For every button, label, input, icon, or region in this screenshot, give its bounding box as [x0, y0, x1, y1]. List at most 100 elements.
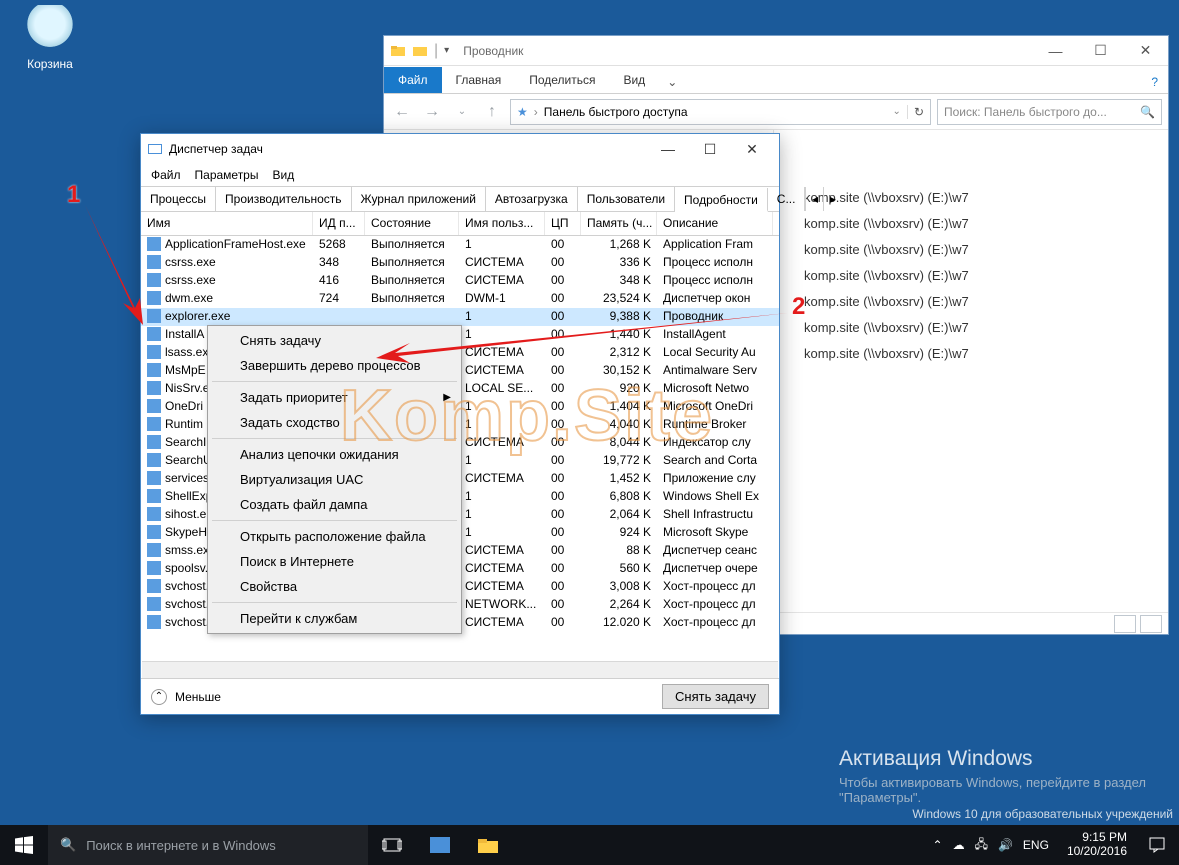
column-header[interactable]: ИД п... [313, 212, 365, 235]
process-icon [147, 615, 161, 629]
menu-options[interactable]: Параметры [195, 168, 259, 182]
clock-time: 9:15 PM [1067, 831, 1127, 845]
refresh-icon[interactable]: ↻ [907, 105, 924, 119]
onedrive-icon[interactable]: ☁ [953, 838, 965, 852]
close-button[interactable]: ✕ [1123, 37, 1168, 65]
tab-file[interactable]: Файл [384, 67, 442, 93]
process-icon [147, 561, 161, 575]
qat-divider: | [434, 42, 438, 60]
explorer-ribbon-tabs: Файл Главная Поделиться Вид ⌄ ? [384, 66, 1168, 94]
action-center-button[interactable] [1135, 825, 1179, 865]
taskbar-taskmgr-icon[interactable] [416, 825, 464, 865]
frequent-item[interactable]: komp.site (\\vboxsrv) (E:)\w7 [804, 346, 1158, 361]
folder-plus-icon[interactable] [412, 43, 428, 59]
nav-up-icon[interactable]: ↑ [480, 100, 504, 124]
horizontal-scrollbar[interactable] [142, 661, 778, 678]
process-row[interactable]: csrss.exe348ВыполняетсяСИСТЕМА00336 KПро… [141, 254, 779, 272]
column-header[interactable]: Описание [657, 212, 773, 235]
process-row[interactable]: ApplicationFrameHost.exe5268Выполняется1… [141, 236, 779, 254]
menu-separator [212, 602, 457, 603]
column-header[interactable]: Имя польз... [459, 212, 545, 235]
breadcrumb[interactable]: ★ › Панель быстрого доступа ⌄ ↻ [510, 99, 931, 125]
nav-history-icon[interactable]: ⌄ [450, 100, 474, 124]
context-menu-item[interactable]: Задать сходство [210, 410, 459, 435]
nav-back-icon[interactable]: ← [390, 100, 414, 124]
process-cell: 00 [545, 290, 581, 308]
taskmgr-tab[interactable]: Подробности [675, 188, 768, 212]
taskmgr-tab[interactable]: Журнал приложений [352, 187, 486, 211]
column-header[interactable]: Состояние [365, 212, 459, 235]
taskbar-clock[interactable]: 9:15 PM 10/20/2016 [1059, 831, 1135, 859]
ribbon-expand-icon[interactable]: ⌄ [659, 71, 685, 93]
network-icon[interactable]: 🖧 [975, 835, 988, 856]
tab-share[interactable]: Поделиться [515, 67, 609, 93]
context-menu-item[interactable]: Задать приоритет▶ [210, 385, 459, 410]
recycle-bin[interactable]: Корзина [15, 5, 85, 71]
taskbar-explorer-icon[interactable] [464, 825, 512, 865]
chevron-up-icon[interactable]: ⌃ [151, 689, 167, 705]
tray-chevron-up-icon[interactable]: ⌃ [933, 838, 943, 852]
activation-title: Активация Windows [839, 747, 1149, 771]
view-details-icon[interactable] [1114, 615, 1136, 633]
column-header[interactable]: Имя [141, 212, 313, 235]
taskmgr-tab[interactable]: С... [768, 187, 806, 211]
taskmgr-tab[interactable]: Производительность [216, 187, 351, 211]
process-cell: 336 K [581, 254, 657, 272]
context-menu-item[interactable]: Создать файл дампа [210, 492, 459, 517]
tab-scroll-left-icon[interactable]: ◂ [805, 187, 823, 211]
context-menu-item[interactable]: Завершить дерево процессов [210, 353, 459, 378]
process-row[interactable]: explorer.exe1009,388 KПроводник [141, 308, 779, 326]
frequent-item[interactable]: komp.site (\\vboxsrv) (E:)\w7 [804, 320, 1158, 335]
process-cell: Runtime Broker [657, 416, 773, 434]
fewer-details-button[interactable]: Меньше [175, 690, 221, 704]
explorer-search-input[interactable]: Поиск: Панель быстрого до... 🔍 [937, 99, 1162, 125]
taskmgr-titlebar[interactable]: Диспетчер задач — ☐ ✕ [141, 134, 779, 164]
frequent-item[interactable]: komp.site (\\vboxsrv) (E:)\w7 [804, 216, 1158, 231]
process-row[interactable]: dwm.exe724ВыполняетсяDWM-10023,524 KДисп… [141, 290, 779, 308]
column-header[interactable]: ЦП [545, 212, 581, 235]
tab-scroll-right-icon[interactable]: ▸ [823, 187, 841, 211]
language-indicator[interactable]: ENG [1023, 838, 1049, 852]
maximize-button[interactable]: ☐ [689, 136, 731, 162]
taskmgr-tab[interactable]: Процессы [141, 187, 216, 211]
context-menu-item[interactable]: Перейти к службам [210, 606, 459, 631]
end-task-button[interactable]: Снять задачу [662, 684, 769, 709]
taskmgr-tab[interactable]: Пользователи [578, 187, 675, 211]
process-cell: Процесс исполн [657, 272, 773, 290]
taskmgr-column-headers: ИмяИД п...СостояниеИмя польз...ЦППамять … [141, 212, 779, 236]
frequent-item[interactable]: komp.site (\\vboxsrv) (E:)\w7 [804, 268, 1158, 283]
close-button[interactable]: ✕ [731, 136, 773, 162]
tab-view[interactable]: Вид [609, 67, 659, 93]
view-large-icon[interactable] [1140, 615, 1162, 633]
context-menu-item[interactable]: Виртуализация UAC [210, 467, 459, 492]
context-menu-item[interactable]: Свойства [210, 574, 459, 599]
menu-file[interactable]: Файл [151, 168, 181, 182]
taskmgr-tab[interactable]: Автозагрузка [486, 187, 578, 211]
maximize-button[interactable]: ☐ [1078, 37, 1123, 65]
task-view-button[interactable] [368, 825, 416, 865]
frequent-item[interactable]: komp.site (\\vboxsrv) (E:)\w7 [804, 190, 1158, 205]
minimize-button[interactable]: — [1033, 37, 1078, 65]
volume-icon[interactable]: 🔊 [998, 838, 1013, 852]
frequent-item[interactable]: komp.site (\\vboxsrv) (E:)\w7 [804, 242, 1158, 257]
nav-forward-icon[interactable]: → [420, 100, 444, 124]
frequent-item[interactable]: komp.site (\\vboxsrv) (E:)\w7 [804, 294, 1158, 309]
context-menu-item[interactable]: Снять задачу [210, 328, 459, 353]
help-icon[interactable]: ? [1141, 71, 1168, 93]
explorer-titlebar[interactable]: | ▾ Проводник — ☐ ✕ [384, 36, 1168, 66]
process-row[interactable]: csrss.exe416ВыполняетсяСИСТЕМА00348 KПро… [141, 272, 779, 290]
context-menu-item[interactable]: Анализ цепочки ожидания [210, 442, 459, 467]
process-cell: Хост-процесс дл [657, 578, 773, 596]
process-cell: 1,440 K [581, 326, 657, 344]
start-button[interactable] [0, 825, 48, 865]
process-icon [147, 507, 161, 521]
context-menu-item[interactable]: Поиск в Интернете [210, 549, 459, 574]
column-header[interactable]: Память (ч... [581, 212, 657, 235]
menu-view[interactable]: Вид [272, 168, 294, 182]
context-menu-item[interactable]: Открыть расположение файла [210, 524, 459, 549]
tab-home[interactable]: Главная [442, 67, 516, 93]
qat-dropdown-icon[interactable]: ▾ [444, 45, 449, 56]
taskbar-search-input[interactable]: 🔍 Поиск в интернете и в Windows [48, 825, 368, 865]
minimize-button[interactable]: — [647, 136, 689, 162]
search-icon[interactable]: 🔍 [1140, 105, 1155, 119]
